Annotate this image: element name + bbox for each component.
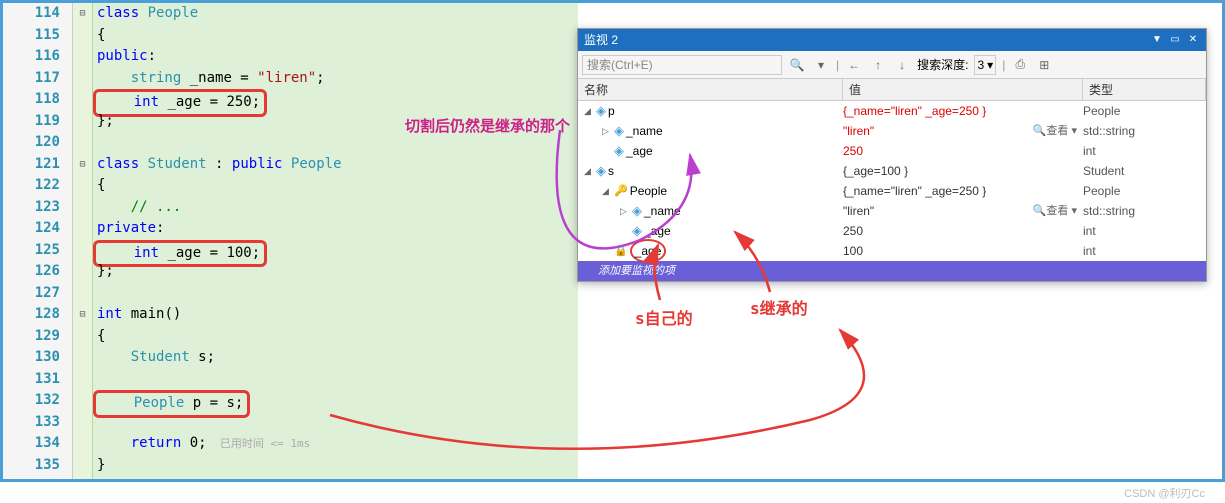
col-type[interactable]: 类型 (1083, 79, 1206, 100)
watermark: CSDN @利刃Cc (1124, 485, 1205, 501)
watch-title-text: 监视 2 (584, 29, 618, 51)
close-icon[interactable]: ✕ (1186, 33, 1200, 47)
watch-titlebar[interactable]: 监视 2 ▼ ▭ ✕ (578, 29, 1206, 51)
col-value[interactable]: 值 (843, 79, 1083, 100)
tool-icon-2[interactable]: ⊞ (1035, 56, 1053, 74)
tool-icon-1[interactable]: ⎙ (1011, 56, 1029, 74)
watch-row[interactable]: ▷◈ _name"liren"🔍查看 ▾std::string (578, 121, 1206, 141)
col-name[interactable]: 名称 (578, 79, 843, 100)
code-body[interactable]: class People{public: string _name = "lir… (93, 3, 578, 479)
watch-rows[interactable]: ◢◈ p{_name="liren" _age=250 }People▷◈ _n… (578, 101, 1206, 261)
watch-row[interactable]: ◢◈ p{_name="liren" _age=250 }People (578, 101, 1206, 121)
maximize-icon[interactable]: ▭ (1168, 33, 1182, 47)
nav-next-icon[interactable]: ↑ (869, 56, 887, 74)
watch-row[interactable]: 🔒 _age100int (578, 241, 1206, 261)
watch-toolbar: 搜索(Ctrl+E) 🔍 ▾ | ← ↑ ↓ 搜索深度: 3▾ | ⎙ ⊞ (578, 51, 1206, 79)
dropdown-icon[interactable]: ▼ (1150, 33, 1164, 47)
watch-row[interactable]: ◈ _age250int (578, 141, 1206, 161)
depth-label: 搜索深度: (917, 56, 968, 73)
line-gutter: 1141151161171181191201211221231241251261… (3, 3, 73, 479)
watch-row[interactable]: ▷◈ _name"liren"🔍查看 ▾std::string (578, 201, 1206, 221)
clear-icon[interactable]: ▾ (812, 56, 830, 74)
fold-column[interactable]: ⊟⊟⊟ (73, 3, 93, 479)
code-editor: 1141151161171181191201211221231241251261… (3, 3, 578, 479)
search-icon[interactable]: 🔍 (788, 56, 806, 74)
add-watch-row[interactable]: 添加要监视的项 (578, 261, 1206, 281)
watch-row[interactable]: ◢◈ s{_age=100 }Student (578, 161, 1206, 181)
watch-columns-header[interactable]: 名称 值 类型 (578, 79, 1206, 101)
nav-prev-icon[interactable]: ← (845, 56, 863, 74)
nav-down-icon[interactable]: ↓ (893, 56, 911, 74)
watch-panel: 监视 2 ▼ ▭ ✕ 搜索(Ctrl+E) 🔍 ▾ | ← ↑ ↓ 搜索深度: … (577, 28, 1207, 282)
depth-select[interactable]: 3▾ (974, 55, 996, 75)
watch-row[interactable]: ◢🔑 People{_name="liren" _age=250 }People (578, 181, 1206, 201)
search-input[interactable]: 搜索(Ctrl+E) (582, 55, 782, 75)
watch-row[interactable]: ◈ _age250int (578, 221, 1206, 241)
